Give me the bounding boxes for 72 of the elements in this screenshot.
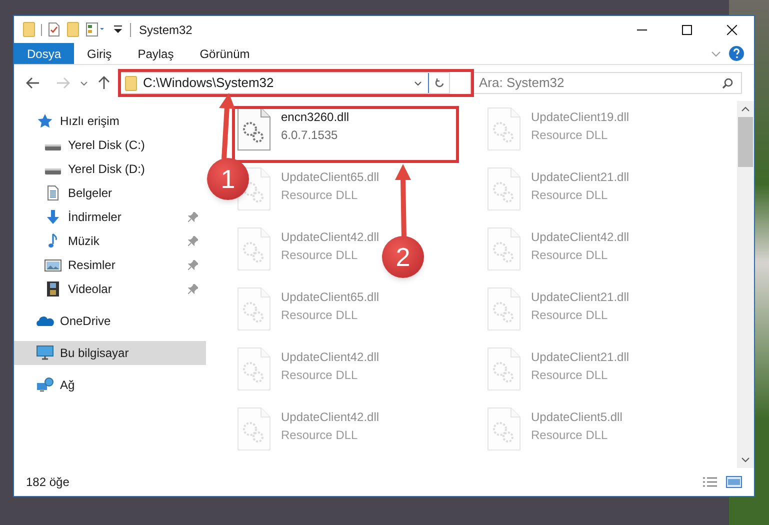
file-detail: Resource DLL [531, 367, 609, 384]
dll-file-icon [487, 407, 521, 451]
details-view-icon[interactable] [702, 476, 718, 488]
item-count: 182 öğe [26, 474, 70, 491]
minimize-icon [636, 28, 646, 30]
film-strip-icon [44, 281, 62, 297]
large-icons-view-icon[interactable] [726, 476, 742, 488]
dll-file-icon [487, 167, 521, 211]
search-icon [722, 78, 733, 88]
file-detail: 6.0.7.1535 [281, 127, 339, 144]
ribbon-tab[interactable]: Paylaş [124, 43, 187, 64]
file-detail: Resource DLL [531, 247, 609, 264]
customize-dropdown-icon[interactable] [114, 25, 122, 34]
ribbon-tab[interactable]: Dosya [14, 43, 74, 64]
close-icon [726, 24, 736, 34]
address-path: C:\Windows\System32 [143, 74, 274, 92]
file-detail: Resource DLL [531, 187, 609, 204]
dll-file-icon [237, 107, 271, 151]
file-detail: Resource DLL [281, 247, 359, 264]
back-arrow-icon[interactable] [26, 77, 40, 89]
properties-icon[interactable] [86, 22, 106, 37]
dll-file-icon [487, 227, 521, 271]
window-title: System32 [139, 22, 192, 38]
nav-pane-item[interactable]: Bu bilgisayar [14, 341, 206, 365]
search-input[interactable]: Ara: System32 [479, 73, 722, 93]
maximize-icon [682, 24, 692, 34]
drive-icon [44, 144, 62, 151]
expand-ribbon-icon[interactable] [711, 50, 721, 56]
ribbon-tab[interactable]: Görünüm [186, 43, 263, 64]
file-detail: Resource DLL [281, 367, 359, 384]
dll-file-icon [237, 407, 271, 451]
nav-pane-item[interactable]: Yerel Disk (D:) [14, 157, 206, 181]
scrollbar[interactable] [737, 101, 754, 468]
file-detail: Resource DLL [531, 307, 609, 324]
dll-file-icon [237, 287, 271, 331]
nav-pane-item[interactable]: OneDrive [14, 309, 206, 333]
nav-pane-item[interactable]: Hızlı erişim [14, 109, 206, 133]
file-detail: Resource DLL [281, 307, 359, 324]
network-icon [36, 377, 54, 393]
pointer-arrow [216, 93, 236, 159]
nav-pane-item[interactable]: Belgeler [14, 181, 206, 205]
nav-pane-item[interactable]: İndirmeler [14, 205, 206, 229]
drive-icon [44, 168, 62, 175]
up-arrow-icon[interactable] [98, 76, 110, 90]
refresh-icon [434, 78, 444, 88]
dll-file-icon [487, 347, 521, 391]
dll-file-icon [237, 227, 271, 271]
folder-icon [125, 76, 137, 90]
nav-pane-item[interactable]: Videolar [14, 277, 206, 301]
address-dropdown-icon[interactable] [414, 80, 422, 86]
file-detail: Resource DLL [531, 127, 609, 144]
picture-icon [44, 257, 62, 273]
file-detail: Resource DLL [531, 427, 609, 444]
dll-file-icon [487, 107, 521, 151]
star-icon [36, 113, 54, 129]
monitor-icon [36, 345, 54, 361]
help-icon[interactable] [729, 46, 744, 61]
scrollbar-thumb[interactable] [738, 117, 753, 167]
file-detail: Resource DLL [281, 187, 359, 204]
nav-pane-item[interactable]: Yerel Disk (C:) [14, 133, 206, 157]
recent-dropdown-icon[interactable] [80, 80, 88, 86]
ribbon-tab[interactable]: Giriş [74, 43, 125, 64]
dll-file-icon [487, 287, 521, 331]
checklist-icon[interactable] [48, 22, 60, 37]
search-field[interactable]: Ara: System32 [470, 72, 742, 94]
file-name[interactable]: encn3260.dll [281, 108, 350, 126]
file-detail: Resource DLL [281, 427, 359, 444]
nav-pane-item[interactable]: Ağ [14, 373, 206, 397]
dll-file-icon [237, 347, 271, 391]
nav-pane-item[interactable]: Müzik [14, 229, 206, 253]
nav-pane-item[interactable]: Resimler [14, 253, 206, 277]
download-arrow-icon [44, 209, 62, 225]
